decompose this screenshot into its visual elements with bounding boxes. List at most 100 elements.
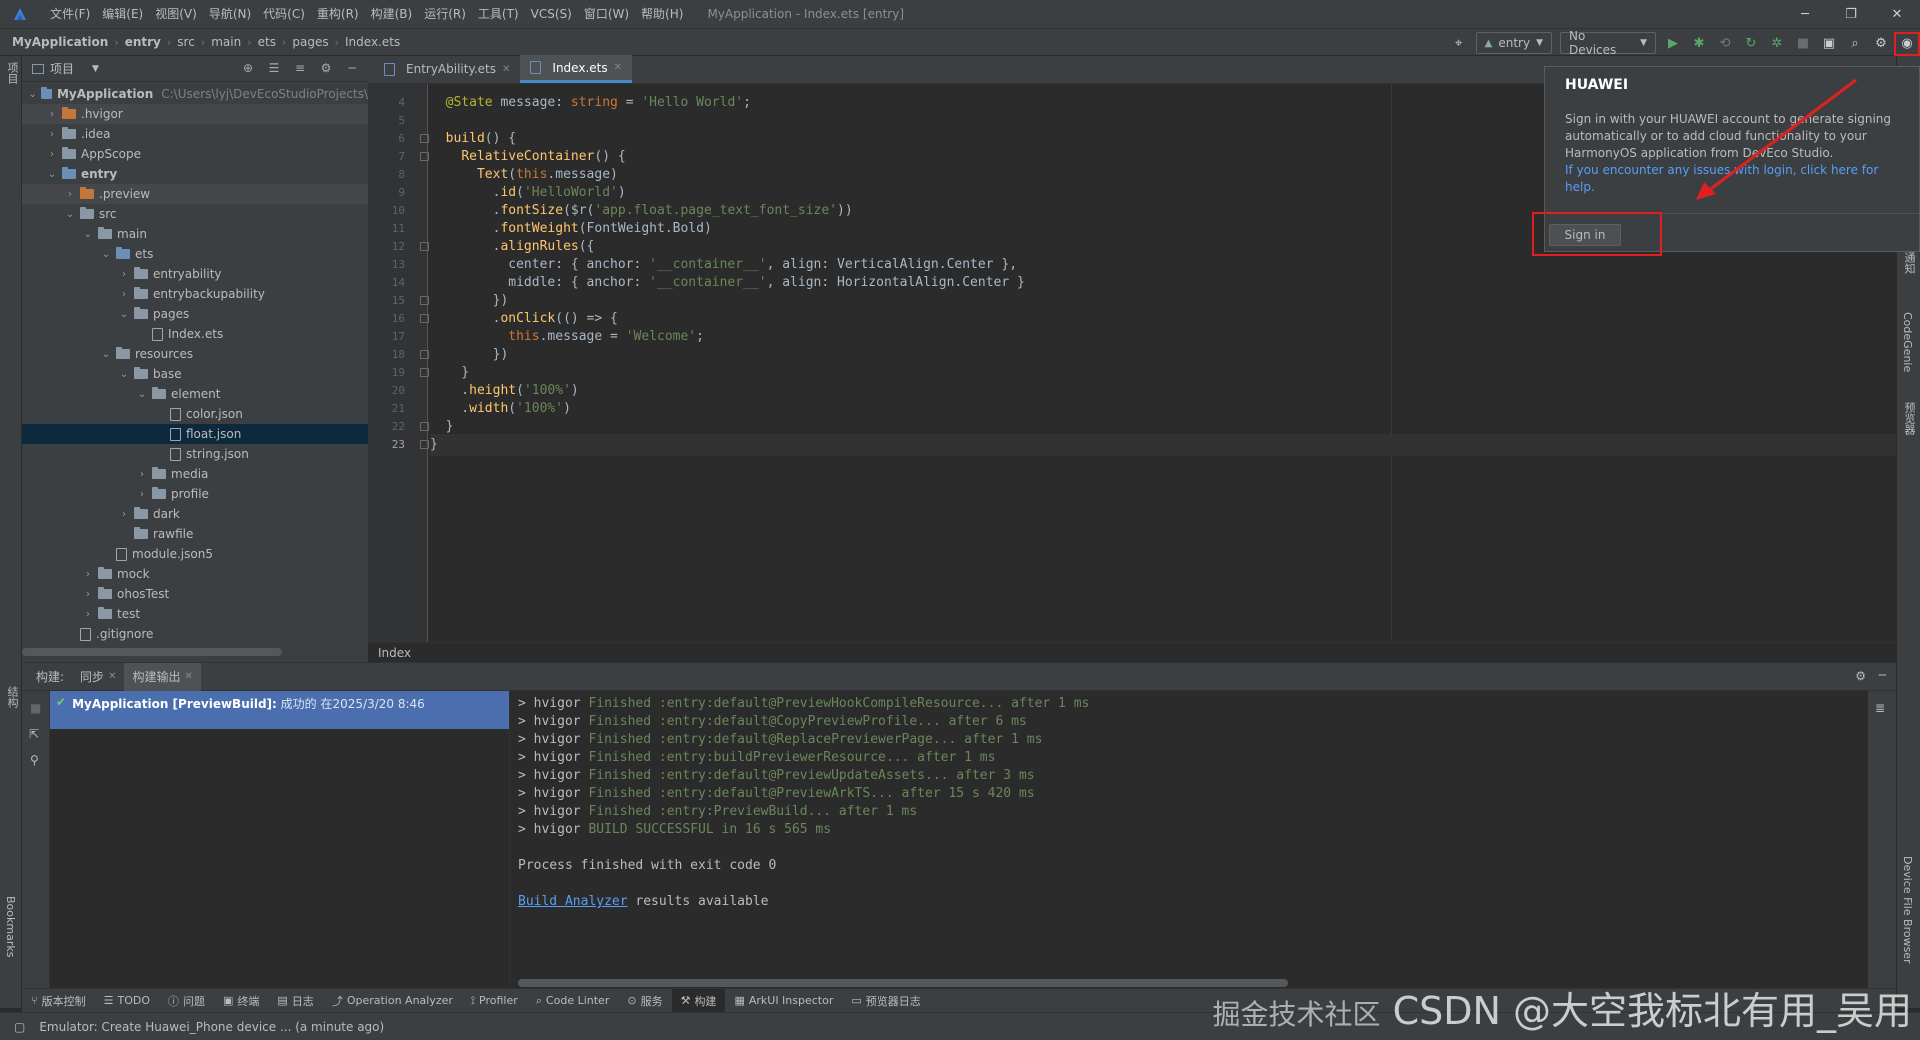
fold-icon[interactable] (420, 422, 429, 431)
close-tab-icon[interactable]: ✕ (184, 671, 192, 682)
build-panel-tab[interactable]: 同步 ✕ (72, 663, 124, 691)
minimize-button[interactable]: ─ (1782, 0, 1828, 28)
breadcrumb-item[interactable]: ets (256, 35, 278, 49)
menu-item[interactable]: 导航(N) (203, 0, 257, 28)
fold-icon[interactable] (420, 152, 429, 161)
fold-icon[interactable] (420, 242, 429, 251)
status-message[interactable]: Emulator: Create Huawei_Phone device ...… (39, 1020, 384, 1034)
bookmarks-tool-tab[interactable]: Bookmarks (4, 896, 17, 957)
chevron-down-icon[interactable]: ⌄ (118, 369, 130, 380)
chevron-down-icon[interactable]: ⌄ (100, 349, 112, 360)
gear-icon[interactable]: ⚙ (1855, 669, 1866, 683)
tool-window-preview-log[interactable]: ▭ 预览器日志 (842, 989, 929, 1013)
chevron-right-icon[interactable]: › (46, 109, 58, 120)
tool-window-terminal[interactable]: ▣ 终端 (214, 989, 268, 1013)
device-select[interactable]: No Devices ▼ (1560, 29, 1656, 57)
tree-item[interactable]: › entryability (22, 264, 368, 284)
tree-item[interactable]: › .preview (22, 184, 368, 204)
tree-item[interactable]: › media (22, 464, 368, 484)
close-tab-icon[interactable]: ✕ (614, 62, 622, 73)
menu-item[interactable]: 窗口(W) (578, 0, 635, 28)
project-tool-tab[interactable]: 项目 (4, 62, 20, 84)
fold-icon[interactable] (420, 440, 429, 449)
tool-window-services[interactable]: ⊙ 服务 (618, 989, 671, 1013)
breadcrumb-item[interactable]: src (175, 35, 197, 49)
menu-item[interactable]: 构建(B) (365, 0, 419, 28)
tree-item[interactable]: float.json (22, 424, 368, 444)
menu-item[interactable]: 重构(R) (311, 0, 365, 28)
chevron-down-icon[interactable]: ⌄ (46, 169, 58, 180)
chevron-right-icon[interactable]: › (136, 469, 148, 480)
tree-item[interactable]: › .hvigor (22, 104, 368, 124)
tool-window-hammer[interactable]: ⚒ 构建 (671, 988, 726, 1013)
project-scrollbar[interactable] (22, 648, 282, 656)
tree-item[interactable]: ⌄ base (22, 364, 368, 384)
open-external-icon[interactable]: ⇱ (29, 727, 39, 741)
close-tab-icon[interactable]: ✕ (108, 671, 116, 682)
chevron-right-icon[interactable]: › (82, 609, 94, 620)
menu-item[interactable]: VCS(S) (525, 0, 578, 28)
tree-item[interactable]: ⌄ MyApplication C:\Users\lyj\DevEcoStudioP… (22, 84, 368, 104)
debug-icon[interactable]: ✱ (1687, 31, 1711, 55)
breadcrumb-item[interactable]: main (209, 35, 243, 49)
previewer-tool-tab[interactable]: 预览器 (1901, 402, 1917, 435)
tool-window-list[interactable]: ☰ TODO (95, 989, 159, 1013)
menu-item[interactable]: 编辑(E) (96, 0, 149, 28)
expand-all-icon[interactable]: ☰ (264, 58, 284, 78)
gear-icon[interactable]: ⚙ (316, 58, 336, 78)
device-manager-icon[interactable]: ▣ (1817, 31, 1841, 55)
tool-window-analyzer[interactable]: ⤴ Operation Analyzer (323, 989, 462, 1013)
tree-item[interactable]: ⌄ element (22, 384, 368, 404)
attach-debugger-icon[interactable]: ⟲ (1713, 31, 1737, 55)
search-icon[interactable]: ⌕ (1843, 31, 1867, 55)
breadcrumb-item[interactable]: pages (290, 35, 330, 49)
fold-icon[interactable] (420, 368, 429, 377)
structure-tool-tab[interactable]: 结构 (4, 686, 20, 708)
tree-item[interactable]: module.json5 (22, 544, 368, 564)
tree-item[interactable]: rawfile (22, 524, 368, 544)
chevron-right-icon[interactable]: › (46, 129, 58, 140)
tree-item[interactable]: ⌄ resources (22, 344, 368, 364)
tree-item[interactable]: › test (22, 604, 368, 624)
fold-icon[interactable] (420, 314, 429, 323)
chevron-down-icon[interactable]: ⌄ (64, 209, 76, 220)
editor-tab[interactable]: Index.ets ✕ (520, 55, 632, 83)
tool-window-info[interactable]: ⓘ 问题 (159, 989, 214, 1013)
tool-window-profiler[interactable]: ⟟ Profiler (462, 989, 527, 1013)
chevron-right-icon[interactable]: › (118, 289, 130, 300)
chevron-right-icon[interactable]: › (82, 569, 94, 580)
chevron-right-icon[interactable]: › (46, 149, 58, 160)
tree-item[interactable]: .gitignore (22, 624, 368, 644)
tree-item[interactable]: color.json (22, 404, 368, 424)
profile-icon[interactable]: ✲ (1765, 31, 1789, 55)
editor-breadcrumb-label[interactable]: Index (378, 646, 411, 660)
pin-icon[interactable]: ⚲ (30, 753, 39, 767)
tree-item[interactable]: string.json (22, 444, 368, 464)
tree-item[interactable]: ⌄ entry (22, 164, 368, 184)
hide-panel-icon[interactable]: ─ (1879, 668, 1886, 682)
stop-icon[interactable]: ■ (30, 701, 41, 715)
close-window-button[interactable]: ✕ (1874, 0, 1920, 28)
tree-item[interactable]: ⌄ pages (22, 304, 368, 324)
editor-tab[interactable]: EntryAbility.ets ✕ (374, 55, 520, 83)
chevron-right-icon[interactable]: › (118, 509, 130, 520)
chevron-down-icon[interactable]: ⌄ (118, 309, 130, 320)
restore-button[interactable]: ❐ (1828, 0, 1874, 28)
tool-window-inspector[interactable]: ▦ ArkUI Inspector (725, 989, 842, 1013)
build-panel-tab[interactable]: 构建输出 ✕ (124, 662, 201, 691)
breadcrumb-item[interactable]: Index.ets (343, 35, 402, 49)
status-toggle-icon[interactable]: ▢ (14, 1020, 25, 1034)
tree-item[interactable]: › dark (22, 504, 368, 524)
menu-item[interactable]: 视图(V) (149, 0, 203, 28)
breadcrumb-item[interactable]: entry (123, 35, 163, 49)
project-panel-title[interactable]: 项目 (50, 60, 74, 77)
menu-item[interactable]: 代码(C) (257, 0, 311, 28)
tree-item[interactable]: › entrybackupability (22, 284, 368, 304)
tree-item[interactable]: ⌄ main (22, 224, 368, 244)
collapse-all-icon[interactable]: ≡ (290, 58, 310, 78)
chevron-right-icon[interactable]: › (136, 489, 148, 500)
tree-item[interactable]: › mock (22, 564, 368, 584)
console-scrollbar[interactable] (518, 979, 1288, 987)
tool-window-branch[interactable]: ⑂ 版本控制 (22, 989, 95, 1013)
menu-item[interactable]: 文件(F) (44, 0, 96, 28)
